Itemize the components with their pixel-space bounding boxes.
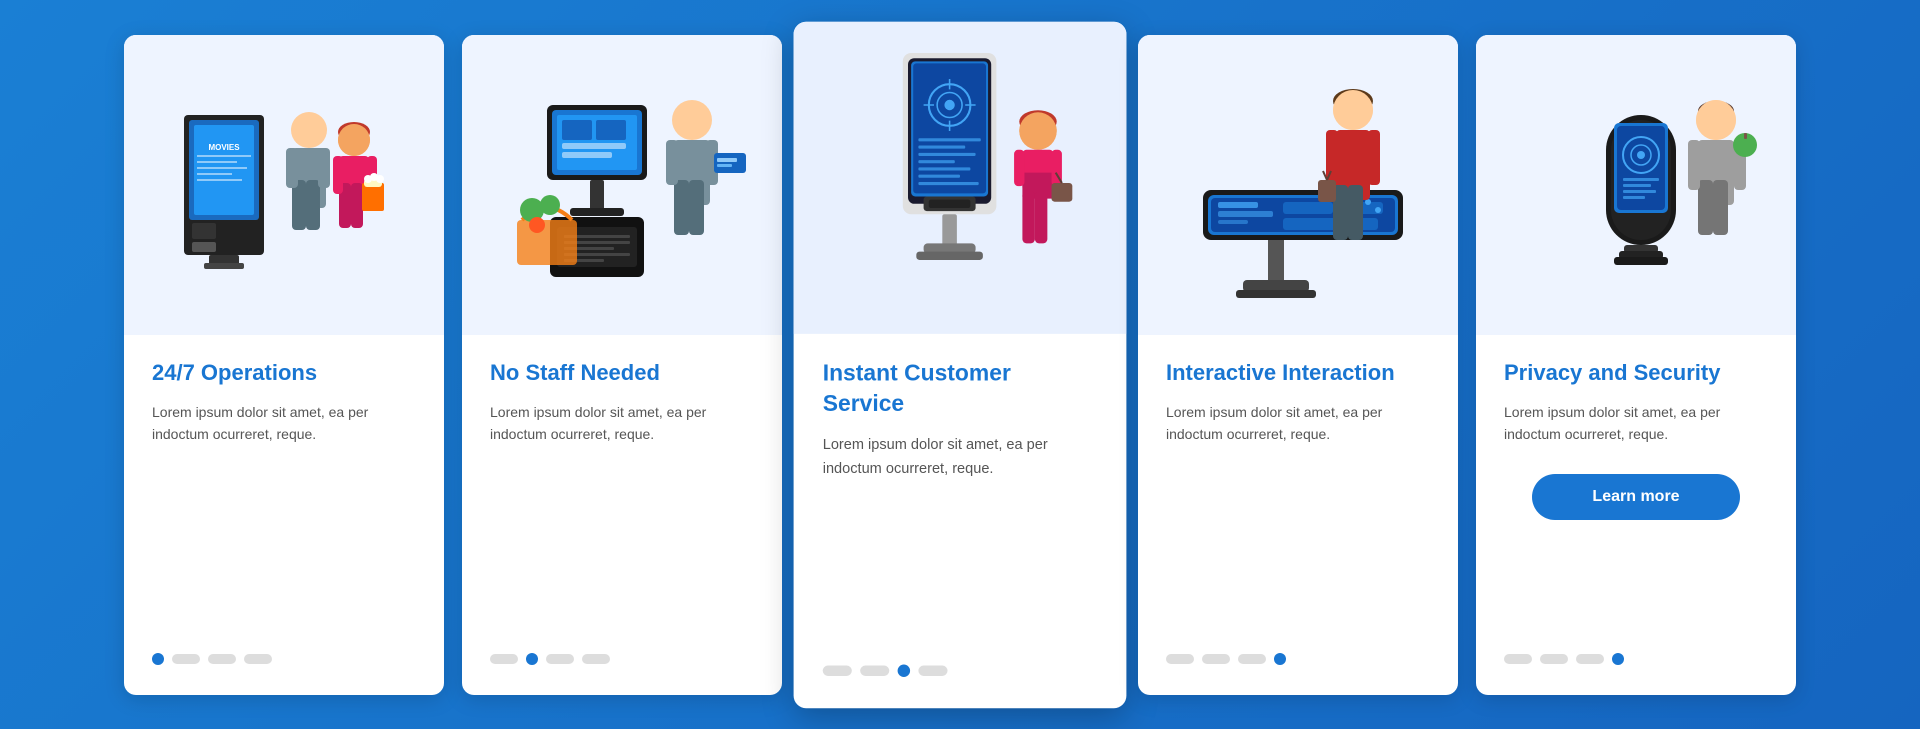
dot-active: [1612, 653, 1624, 665]
card-3-text: Lorem ipsum dolor sit amet, ea per indoc…: [823, 432, 1098, 479]
card-1-dots: [124, 653, 444, 675]
card-3-content: Instant Customer Service Lorem ipsum dol…: [794, 333, 1127, 664]
card-3-illustration: [794, 21, 1127, 333]
dot-pill: [1540, 654, 1568, 664]
dot-pill: [1166, 654, 1194, 664]
card-1-title: 24/7 Operations: [152, 359, 317, 388]
card-1-text: Lorem ipsum dolor sit amet, ea per indoc…: [152, 401, 416, 446]
dot-pill: [1576, 654, 1604, 664]
card-4-content: Interactive Interaction Lorem ipsum dolo…: [1138, 335, 1458, 653]
card-4-illustration: [1138, 35, 1458, 335]
dot-pill: [582, 654, 610, 664]
dot-active: [1274, 653, 1286, 665]
card-5-content: Privacy and Security Lorem ipsum dolor s…: [1476, 335, 1796, 653]
learn-more-button[interactable]: Learn more: [1532, 474, 1740, 520]
card-2-dots: [462, 653, 782, 675]
card-3-title: Instant Customer Service: [823, 358, 1098, 417]
card-4-text: Lorem ipsum dolor sit amet, ea per indoc…: [1166, 401, 1430, 446]
card-1-illustration: MOVIES: [124, 35, 444, 335]
card-2-content: No Staff Needed Lorem ipsum dolor sit am…: [462, 335, 782, 653]
card-interactive: Interactive Interaction Lorem ipsum dolo…: [1138, 35, 1458, 695]
dot-pill: [1238, 654, 1266, 664]
dot-active: [898, 664, 910, 676]
dot-pill: [918, 665, 947, 675]
dot-pill: [860, 665, 889, 675]
dot-pill: [244, 654, 272, 664]
cards-container: MOVIES: [0, 5, 1920, 725]
dot-pill: [490, 654, 518, 664]
card-4-title: Interactive Interaction: [1166, 359, 1395, 388]
card-5-dots: [1476, 653, 1796, 675]
card-1-content: 24/7 Operations Lorem ipsum dolor sit am…: [124, 335, 444, 653]
card-5-text: Lorem ipsum dolor sit amet, ea per indoc…: [1504, 401, 1768, 446]
dot-pill: [1202, 654, 1230, 664]
card-4-dots: [1138, 653, 1458, 675]
svg-text:MOVIES: MOVIES: [208, 143, 240, 152]
card-3-dots: [794, 664, 1127, 687]
dot-pill: [823, 665, 852, 675]
dot-pill: [172, 654, 200, 664]
card-privacy-security: Privacy and Security Lorem ipsum dolor s…: [1476, 35, 1796, 695]
card-instant-service: Instant Customer Service Lorem ipsum dol…: [794, 21, 1127, 707]
dot-pill: [208, 654, 236, 664]
card-247-operations: MOVIES: [124, 35, 444, 695]
dot-pill: [1504, 654, 1532, 664]
card-2-text: Lorem ipsum dolor sit amet, ea per indoc…: [490, 401, 754, 446]
card-5-title: Privacy and Security: [1504, 359, 1720, 388]
card-no-staff: No Staff Needed Lorem ipsum dolor sit am…: [462, 35, 782, 695]
card-5-illustration: [1476, 35, 1796, 335]
card-2-title: No Staff Needed: [490, 359, 660, 388]
dot-pill: [546, 654, 574, 664]
dot-active: [526, 653, 538, 665]
card-2-illustration: [462, 35, 782, 335]
dot-active: [152, 653, 164, 665]
